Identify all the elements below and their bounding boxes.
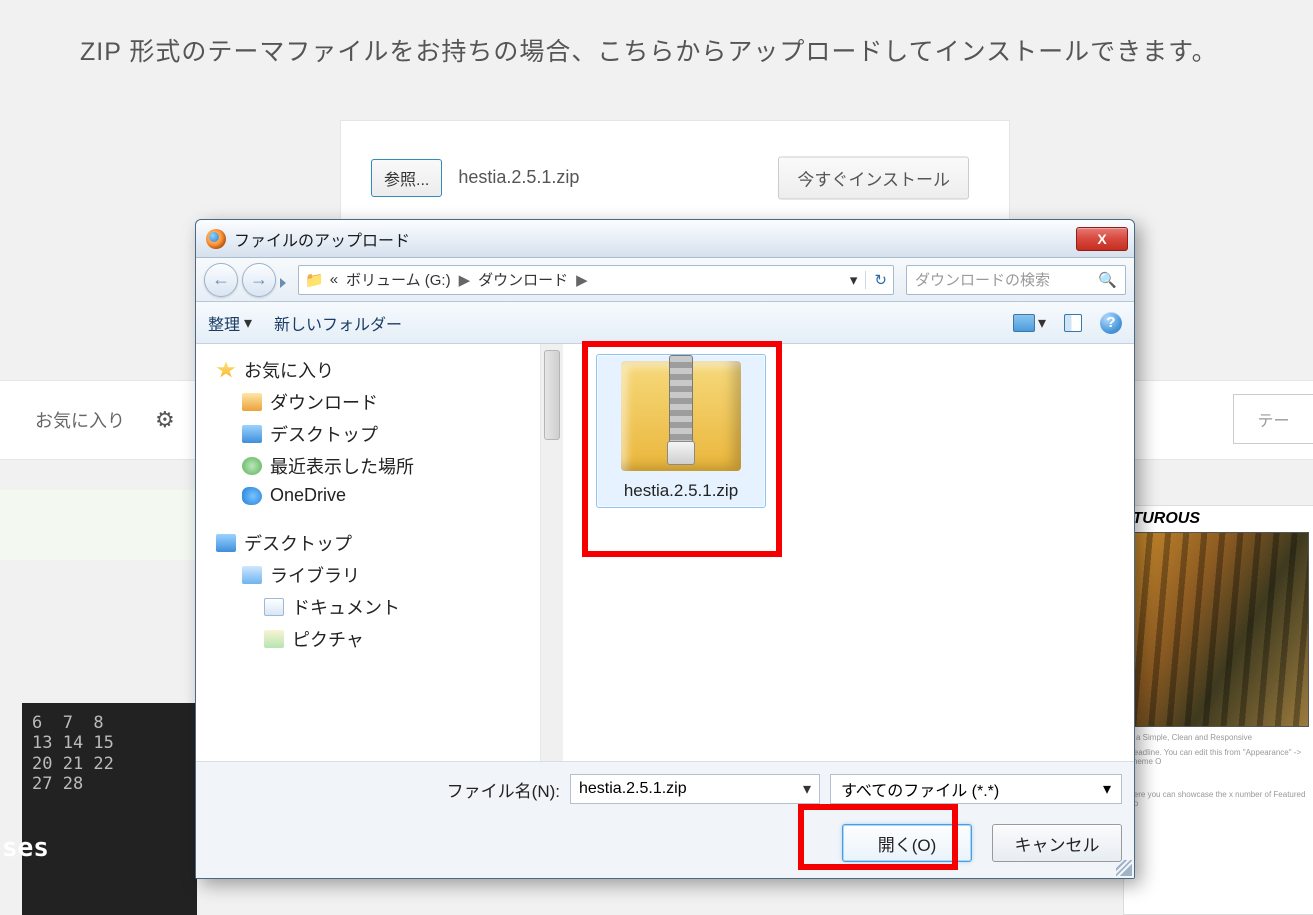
view-mode-button[interactable]: ▾ xyxy=(1013,313,1046,333)
tree-recent[interactable]: 最近表示した場所 xyxy=(216,450,532,482)
open-button[interactable]: 開く(O) xyxy=(842,824,972,862)
library-icon xyxy=(242,566,262,584)
tree-label: ダウンロード xyxy=(270,389,378,415)
search-placeholder: ダウンロードの検索 xyxy=(915,269,1050,290)
dialog-body: お気に入り ダウンロード デスクトップ 最近表示した場所 OneDrive デス… xyxy=(196,344,1134,761)
dialog-titlebar[interactable]: ファイルのアップロード X xyxy=(196,220,1134,258)
help-button[interactable]: ? xyxy=(1100,312,1122,334)
scrollbar-thumb[interactable] xyxy=(544,350,560,440)
browse-button[interactable]: 参照... xyxy=(371,159,442,197)
tree-label: デスクトップ xyxy=(244,530,352,556)
tree-downloads[interactable]: ダウンロード xyxy=(216,386,532,418)
file-item-hestia-zip[interactable]: hestia.2.5.1.zip xyxy=(596,354,766,508)
dialog-toolbar: 整理 ▾ 新しいフォルダー ▾ ? xyxy=(196,302,1134,344)
organize-menu[interactable]: 整理 ▾ xyxy=(208,311,252,335)
chevron-down-icon: ▾ xyxy=(1103,779,1111,799)
theme-tile-line3: Here you can showcase the x number of Fe… xyxy=(1128,790,1309,808)
file-list-area[interactable]: hestia.2.5.1.zip xyxy=(541,344,1134,761)
theme-tile-dark[interactable]: 6 7 8 13 14 15 20 21 22 27 28 ses xyxy=(22,703,197,915)
dialog-footer: ファイル名(N): hestia.2.5.1.zip ▾ すべてのファイル (*… xyxy=(196,762,1134,878)
tree-label: 最近表示した場所 xyxy=(270,453,414,479)
theme-tile-title: ITUROUS xyxy=(1128,510,1309,528)
chevron-down-icon[interactable]: ▾ xyxy=(803,779,811,799)
selected-file-name: hestia.2.5.1.zip xyxy=(458,167,579,188)
filetype-select[interactable]: すべてのファイル (*.*) ▾ xyxy=(830,774,1122,804)
picture-icon xyxy=(264,630,284,648)
theme-tile-dark-title: ses xyxy=(2,833,49,864)
upload-box: 参照... hestia.2.5.1.zip 今すぐインストール xyxy=(340,120,1010,235)
tree-label: ライブラリ xyxy=(270,562,360,588)
folder-icon: 📁 xyxy=(305,271,324,289)
address-bar[interactable]: 📁 « ボリューム (G:) ▶ ダウンロード ▶ ▾ ↻ xyxy=(298,265,894,295)
address-dropdown-icon[interactable]: ▾ xyxy=(846,271,862,289)
onedrive-icon xyxy=(242,487,262,505)
firefox-icon xyxy=(206,229,226,249)
filter-favorites-label: お気に入り xyxy=(35,407,125,433)
preview-pane-button[interactable] xyxy=(1064,314,1082,332)
chevron-down-icon: ▾ xyxy=(244,313,252,333)
tree-library[interactable]: ライブラリ xyxy=(216,559,532,591)
theme-tile-line2: Headline. You can edit this from "Appear… xyxy=(1128,748,1309,766)
file-item-label: hestia.2.5.1.zip xyxy=(624,481,738,501)
tree-onedrive[interactable]: OneDrive xyxy=(216,482,532,509)
theme-tile-adventurous[interactable]: ITUROUS is a Simple, Clean and Responsiv… xyxy=(1123,505,1313,915)
filename-value: hestia.2.5.1.zip xyxy=(579,780,687,798)
resize-grip[interactable] xyxy=(1116,860,1132,876)
close-icon: X xyxy=(1097,231,1106,247)
nav-forward-button[interactable]: → xyxy=(242,263,276,297)
search-input[interactable]: ダウンロードの検索 🔍 xyxy=(906,265,1126,295)
chevron-down-icon: ▾ xyxy=(1038,313,1046,333)
theme-tile-line1: is a Simple, Clean and Responsive xyxy=(1128,733,1309,742)
close-button[interactable]: X xyxy=(1076,227,1128,251)
tree-favorites[interactable]: お気に入り xyxy=(216,354,532,386)
tree-label: デスクトップ xyxy=(270,421,378,447)
filetype-label: すべてのファイル (*.*) xyxy=(841,777,999,801)
breadcrumb-separator-icon: ▶ xyxy=(576,271,588,289)
tiger-image xyxy=(1128,532,1309,727)
gear-icon[interactable]: ⚙ xyxy=(155,407,175,433)
vertical-scrollbar[interactable] xyxy=(541,344,563,761)
success-band xyxy=(0,490,200,560)
new-folder-button[interactable]: 新しいフォルダー xyxy=(274,311,402,335)
breadcrumb-prefix: « xyxy=(330,271,338,288)
desktop-icon xyxy=(242,425,262,443)
tree-pictures[interactable]: ピクチャ xyxy=(216,623,532,655)
dialog-title: ファイルのアップロード xyxy=(234,227,410,251)
desktop-icon xyxy=(216,534,236,552)
breadcrumb-separator-icon: ▶ xyxy=(459,271,471,289)
theme-tile-dark-numbers: 6 7 8 13 14 15 20 21 22 27 28 xyxy=(32,713,187,795)
zip-file-icon xyxy=(621,361,741,471)
organize-label: 整理 xyxy=(208,311,240,335)
tree-label: OneDrive xyxy=(270,485,346,506)
upload-instruction: ZIP 形式のテーマファイルをお持ちの場合、こちらからアップロードしてインストー… xyxy=(80,32,1218,68)
document-icon xyxy=(264,598,284,616)
refresh-button[interactable]: ↻ xyxy=(865,271,887,289)
tree-label: お気に入り xyxy=(244,357,334,383)
tree-desktop[interactable]: デスクトップ xyxy=(216,418,532,450)
tree-documents[interactable]: ドキュメント xyxy=(216,591,532,623)
search-icon: 🔍 xyxy=(1098,271,1117,289)
view-icon xyxy=(1013,314,1035,332)
cancel-button[interactable]: キャンセル xyxy=(992,824,1122,862)
recent-icon xyxy=(242,457,262,475)
star-icon xyxy=(216,361,236,379)
filename-input[interactable]: hestia.2.5.1.zip ▾ xyxy=(570,774,820,804)
nav-tree: お気に入り ダウンロード デスクトップ 最近表示した場所 OneDrive デス… xyxy=(196,344,541,761)
tree-label: ピクチャ xyxy=(292,626,364,652)
right-tab-truncated: テー xyxy=(1233,394,1313,444)
nav-back-button[interactable]: ← xyxy=(204,263,238,297)
install-now-button[interactable]: 今すぐインストール xyxy=(778,156,969,199)
breadcrumb-part2[interactable]: ダウンロード xyxy=(478,269,568,290)
tree-label: ドキュメント xyxy=(292,594,400,620)
breadcrumb-part1[interactable]: ボリューム (G:) xyxy=(346,269,451,290)
dialog-nav-row: ← → 📁 « ボリューム (G:) ▶ ダウンロード ▶ ▾ ↻ ダウンロード… xyxy=(196,258,1134,302)
filename-label: ファイル名(N): xyxy=(447,777,560,802)
tree-desktop-group[interactable]: デスクトップ xyxy=(216,527,532,559)
file-upload-dialog: ファイルのアップロード X ← → 📁 « ボリューム (G:) ▶ ダウンロー… xyxy=(195,219,1135,879)
download-folder-icon xyxy=(242,393,262,411)
